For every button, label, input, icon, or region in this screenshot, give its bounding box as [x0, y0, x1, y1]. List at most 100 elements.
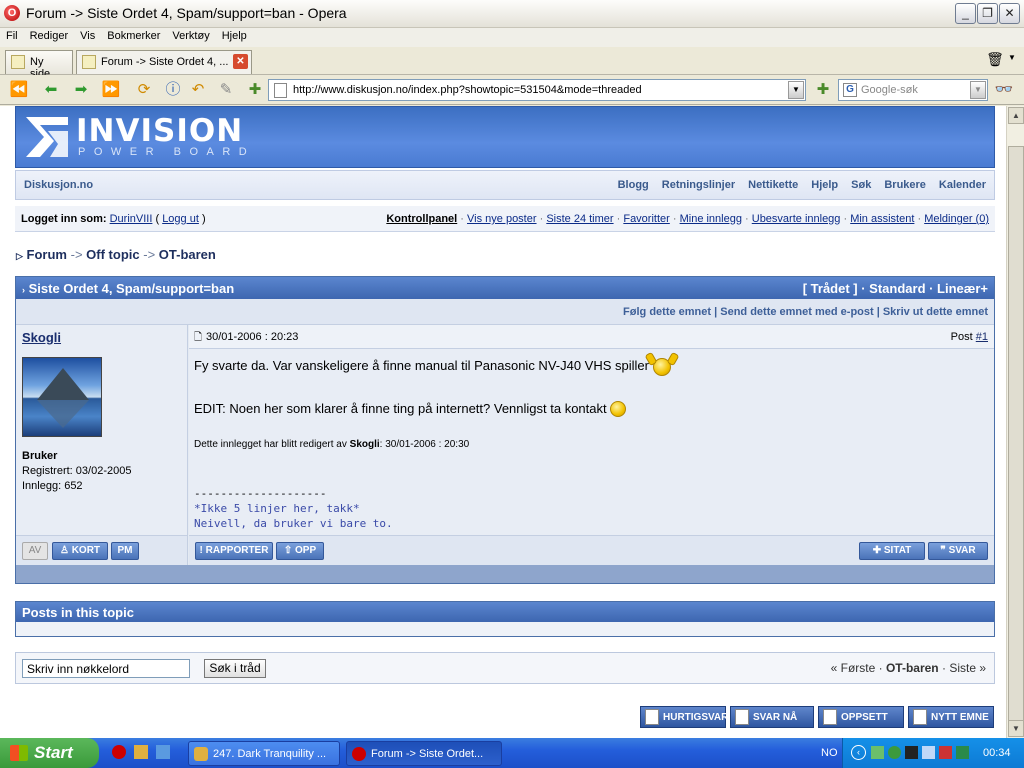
- pager-last[interactable]: Siste »: [949, 661, 986, 675]
- topic-tools-links[interactable]: Følg dette emnet | Send dette emnet med …: [623, 306, 988, 318]
- menu-edit[interactable]: Rediger: [24, 28, 75, 44]
- glasses-icon[interactable]: 👓: [993, 80, 1015, 100]
- chevron-down-icon[interactable]: ▼: [1008, 53, 1016, 62]
- crumb-off-topic[interactable]: Off topic: [86, 247, 139, 262]
- nav-rules[interactable]: Retningslinjer: [662, 179, 735, 191]
- site-name-link[interactable]: Diskusjon.no: [24, 179, 93, 191]
- nav-blog[interactable]: Blogg: [618, 179, 649, 191]
- crumb-forum[interactable]: Forum: [27, 247, 67, 262]
- info-icon[interactable]: ⓘ: [162, 80, 184, 100]
- messages-link[interactable]: Meldinger (0): [924, 213, 989, 225]
- forward-icon[interactable]: ➡: [70, 80, 92, 100]
- quote-button[interactable]: ✚ SITAT: [859, 542, 925, 560]
- taskbar-item-label: Forum -> Siste Ordet...: [371, 748, 484, 760]
- new-posts-link[interactable]: Vis nye poster: [467, 213, 537, 225]
- settings-button[interactable]: OPPSETT: [818, 706, 904, 728]
- scroll-thumb[interactable]: [1008, 146, 1024, 721]
- posts-in-topic-body: [16, 622, 994, 636]
- up-button[interactable]: ⇧ OPP: [276, 542, 324, 560]
- monitor-icon[interactable]: [922, 746, 935, 759]
- start-button[interactable]: Start: [0, 738, 99, 768]
- chevron-down-icon[interactable]: ▼: [970, 81, 986, 99]
- triangle-icon: ▷: [16, 251, 23, 261]
- network-icon[interactable]: [871, 746, 884, 759]
- reply-now-label: SVAR NÅ: [753, 712, 798, 723]
- taskbar-item-winamp[interactable]: 247. Dark Tranquility ...: [188, 741, 340, 766]
- crumb-ot-baren[interactable]: OT-baren: [159, 247, 216, 262]
- app-tray-icon[interactable]: [956, 746, 969, 759]
- nav-calendar[interactable]: Kalender: [939, 179, 986, 191]
- app-quicklaunch-icon[interactable]: [156, 745, 170, 759]
- pen-icon[interactable]: ✎: [215, 80, 237, 100]
- keyword-input[interactable]: Skriv inn nøkkelord: [22, 659, 190, 678]
- search-topic-button[interactable]: Søk i tråd: [204, 659, 266, 678]
- edit-note-prefix: Dette innlegget har blitt redigert av: [194, 438, 347, 450]
- winamp-quicklaunch-icon[interactable]: [134, 745, 148, 759]
- logout-link[interactable]: Logg ut: [162, 213, 199, 225]
- quick-reply-button[interactable]: HURTIGSVAR: [640, 706, 728, 728]
- trash-icon[interactable]: 🗑: [986, 51, 1004, 69]
- username-link[interactable]: DurinVIII: [110, 213, 153, 225]
- feed-icon[interactable]: ✚: [812, 80, 834, 100]
- report-button[interactable]: ! RAPPORTER: [195, 542, 273, 560]
- tab-new-page[interactable]: Ny side: [5, 50, 73, 80]
- post-number-link[interactable]: #1: [976, 331, 988, 343]
- assistant-link[interactable]: Min assistent: [850, 213, 914, 225]
- rewind-icon[interactable]: ⏪: [8, 80, 30, 100]
- minimize-button[interactable]: _: [955, 3, 976, 24]
- close-window-button[interactable]: ✕: [999, 3, 1020, 24]
- reply-now-button[interactable]: SVAR NÅ: [730, 706, 814, 728]
- posts-in-topic-title: Posts in this topic: [16, 602, 994, 622]
- menu-tools[interactable]: Verktøy: [166, 28, 215, 44]
- reply-button[interactable]: ❞ SVAR: [928, 542, 988, 560]
- opera-quicklaunch-icon[interactable]: [112, 745, 126, 759]
- language-indicator[interactable]: NO: [821, 747, 838, 759]
- pager-current[interactable]: OT-baren: [886, 661, 939, 675]
- pm-button[interactable]: PM: [111, 542, 139, 560]
- scroll-up-icon[interactable]: ▲: [1008, 107, 1024, 124]
- vertical-scrollbar[interactable]: ▲ ▼: [1006, 106, 1024, 738]
- new-topic-button[interactable]: NYTT EMNE: [908, 706, 994, 728]
- unanswered-link[interactable]: Ubesvarte innlegg: [752, 213, 841, 225]
- messenger-icon[interactable]: [888, 746, 901, 759]
- chevron-down-icon[interactable]: ▼: [788, 81, 804, 99]
- tab-forum[interactable]: Forum -> Siste Ordet 4, ... ✕: [76, 50, 252, 74]
- close-tab-icon[interactable]: ✕: [233, 54, 248, 69]
- profile-card-button[interactable]: ♙ KORT: [52, 542, 108, 560]
- post-date: 30/01-2006 : 20:23: [206, 331, 299, 343]
- control-panel-link[interactable]: Kontrollpanel: [386, 213, 457, 225]
- undo-icon[interactable]: ↶: [187, 80, 209, 100]
- reload-icon[interactable]: ⟳: [133, 80, 155, 100]
- search-input[interactable]: G Google-søk ▼: [838, 79, 988, 101]
- user-bar: Logget inn som: DurinVIII ( Logg ut ) Ko…: [15, 206, 995, 232]
- bookmark-add-icon[interactable]: ✚: [244, 80, 266, 100]
- address-bar[interactable]: http://www.diskusjon.no/index.php?showto…: [268, 79, 806, 101]
- pager-first[interactable]: « Første: [831, 661, 876, 675]
- author-name-link[interactable]: Skogli: [22, 330, 61, 345]
- restore-button[interactable]: ❐: [977, 3, 998, 24]
- avatar-reflection: [37, 400, 89, 428]
- topic-header: › Siste Ordet 4, Spam/support=ban [ Tråd…: [16, 277, 994, 299]
- menu-file[interactable]: Fil: [0, 28, 24, 44]
- last-24h-link[interactable]: Siste 24 timer: [546, 213, 613, 225]
- menu-view[interactable]: Vis: [74, 28, 101, 44]
- nav-help[interactable]: Hjelp: [811, 179, 838, 191]
- quote-icon: ❞: [940, 545, 949, 556]
- back-icon[interactable]: ⬅: [40, 80, 62, 100]
- my-posts-link[interactable]: Mine innlegg: [680, 213, 742, 225]
- nav-search[interactable]: Søk: [851, 179, 871, 191]
- topic-footer: [16, 565, 994, 583]
- nav-netiquette[interactable]: Nettikette: [748, 179, 798, 191]
- menu-help[interactable]: Hjelp: [216, 28, 253, 44]
- fast-forward-icon[interactable]: ⏩: [100, 80, 122, 100]
- favorites-link[interactable]: Favoritter: [623, 213, 669, 225]
- steam-icon[interactable]: [905, 746, 918, 759]
- antivirus-icon[interactable]: [939, 746, 952, 759]
- chevron-left-icon[interactable]: ‹: [851, 745, 866, 760]
- menu-bookmarks[interactable]: Bokmerker: [101, 28, 166, 44]
- scroll-down-icon[interactable]: ▼: [1008, 720, 1024, 737]
- taskbar-item-opera[interactable]: Forum -> Siste Ordet...: [346, 741, 502, 766]
- menu-bar: Fil Rediger Vis Bokmerker Verktøy Hjelp: [0, 28, 1024, 47]
- nav-users[interactable]: Brukere: [884, 179, 926, 191]
- view-modes[interactable]: [ Trådet ] · Standard · Lineær+: [803, 281, 988, 296]
